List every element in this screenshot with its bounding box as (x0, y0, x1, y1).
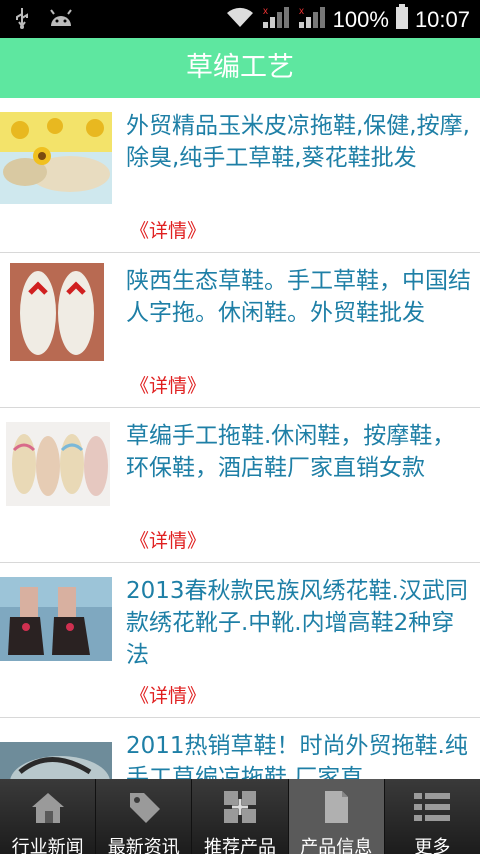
list-item[interactable]: 2013春秋款民族风绣花鞋.汉武同款绣花靴子.中靴.内增高鞋2种穿法 《详情》 (0, 563, 480, 718)
detail-link[interactable]: 《详情》 (130, 371, 206, 398)
product-thumbnail[interactable] (0, 742, 112, 779)
tab-label: 最新资讯 (107, 837, 180, 858)
tag-icon (124, 789, 164, 825)
grid-plus-icon (220, 789, 260, 825)
battery-percent: 100% (332, 7, 389, 32)
home-icon (28, 789, 68, 825)
tab-label: 产品信息 (300, 837, 373, 858)
product-list[interactable]: 外贸精品玉米皮凉拖鞋,保健,按摩,除臭,纯手工草鞋,葵花鞋批发 《详情》 陕西生… (0, 98, 480, 779)
wifi-icon (225, 5, 255, 35)
list-item[interactable]: 陕西生态草鞋。手工草鞋，中国结人字拖。休闲鞋。外贸鞋批发 《详情》 (0, 253, 480, 408)
item-title[interactable]: 草编手工拖鞋.休闲鞋，按摩鞋，环保鞋，酒店鞋厂家直销女款 (126, 420, 472, 484)
detail-link[interactable]: 《详情》 (130, 681, 206, 708)
android-icon (48, 8, 74, 32)
list-item[interactable]: 草编手工拖鞋.休闲鞋，按摩鞋，环保鞋，酒店鞋厂家直销女款 《详情》 (0, 408, 480, 563)
svg-text:x: x (299, 6, 304, 17)
status-bar: x x 100% 10:07 (0, 0, 480, 38)
bottom-tab-bar: 行业新闻 最新资讯 推荐产品 产品信息 更多 (0, 779, 480, 858)
app-header: 草编工艺 (0, 38, 480, 98)
tab-product-info[interactable]: 产品信息 (288, 779, 385, 858)
detail-link[interactable]: 《详情》 (130, 216, 206, 243)
signal-icon-2: x (297, 4, 327, 36)
tab-latest-info[interactable]: 最新资讯 (96, 779, 193, 858)
list-item[interactable]: 2011热销草鞋！时尚外贸拖鞋.纯手工草编凉拖鞋.厂家直 (0, 718, 480, 779)
battery-icon (395, 4, 409, 36)
tab-recommended-products[interactable]: 推荐产品 (192, 779, 289, 858)
item-title[interactable]: 外贸精品玉米皮凉拖鞋,保健,按摩,除臭,纯手工草鞋,葵花鞋批发 (126, 110, 472, 174)
document-icon (316, 789, 356, 825)
signal-icon: x (261, 4, 291, 36)
tab-label: 推荐产品 (204, 837, 276, 858)
clock: 10:07 (414, 7, 470, 32)
tab-label: 行业新闻 (11, 837, 84, 858)
usb-icon (14, 6, 30, 34)
product-thumbnail[interactable] (10, 263, 104, 361)
product-thumbnail[interactable] (6, 422, 110, 506)
list-item[interactable]: 外贸精品玉米皮凉拖鞋,保健,按摩,除臭,纯手工草鞋,葵花鞋批发 《详情》 (0, 98, 480, 253)
svg-text:x: x (263, 6, 268, 17)
page-title: 草编工艺 (186, 52, 294, 83)
detail-link[interactable]: 《详情》 (130, 526, 206, 553)
list-icon (412, 789, 452, 825)
tab-label: 更多 (414, 837, 451, 858)
tab-industry-news[interactable]: 行业新闻 (0, 779, 97, 858)
product-thumbnail[interactable] (0, 577, 112, 661)
item-title[interactable]: 陕西生态草鞋。手工草鞋，中国结人字拖。休闲鞋。外贸鞋批发 (126, 265, 472, 329)
item-title[interactable]: 2011热销草鞋！时尚外贸拖鞋.纯手工草编凉拖鞋.厂家直 (126, 730, 472, 779)
product-thumbnail[interactable] (0, 112, 112, 204)
tab-more[interactable]: 更多 (385, 779, 480, 858)
item-title[interactable]: 2013春秋款民族风绣花鞋.汉武同款绣花靴子.中靴.内增高鞋2种穿法 (126, 575, 472, 671)
